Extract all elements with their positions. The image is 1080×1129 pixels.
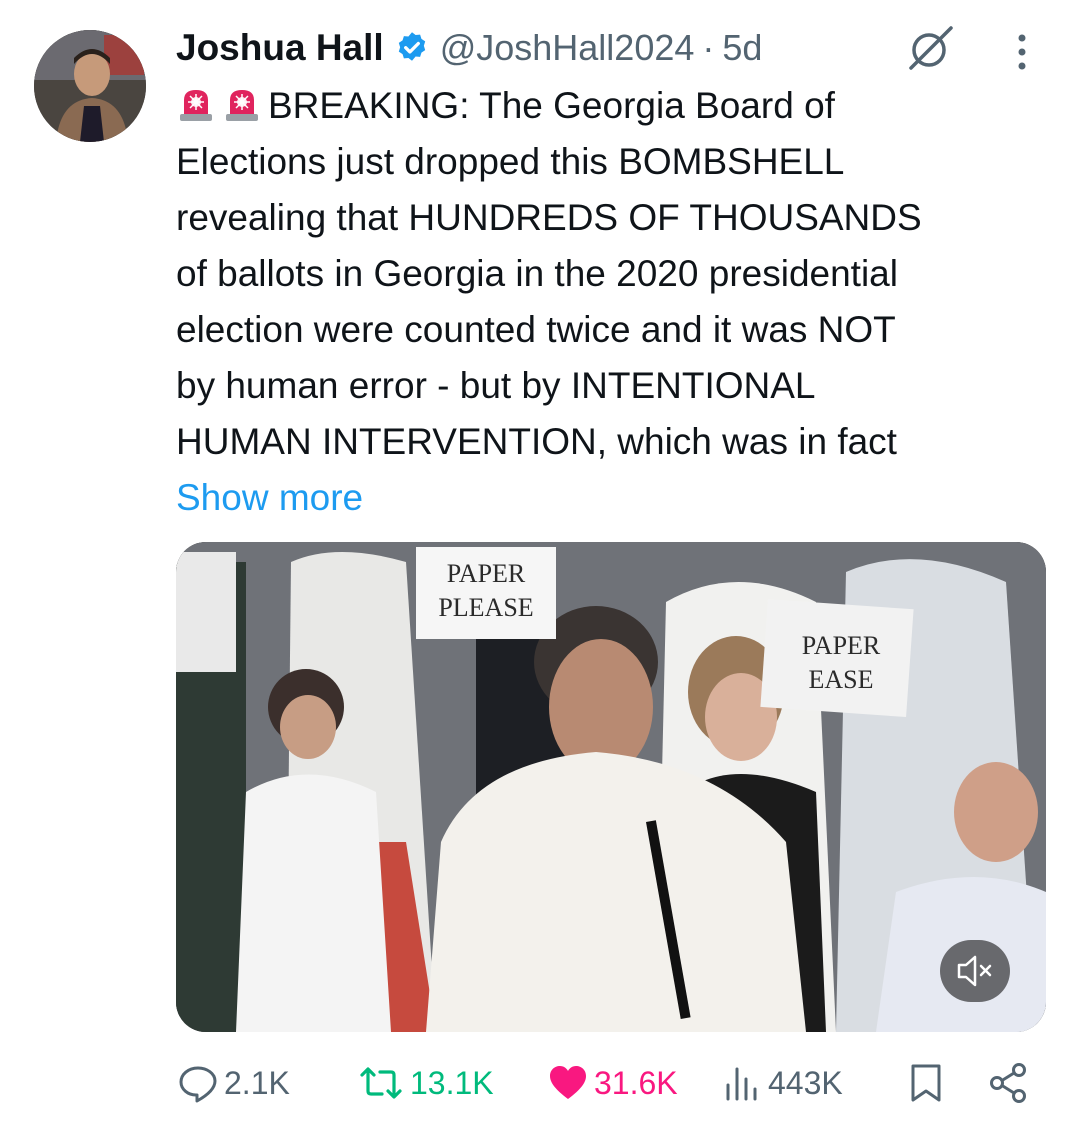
video-player[interactable]: PAPER PLEASE PAPER EASE bbox=[176, 542, 1046, 1032]
siren-icon bbox=[222, 84, 262, 124]
siren-icon bbox=[176, 84, 216, 124]
views-icon bbox=[726, 1067, 757, 1101]
retweet-icon bbox=[360, 1067, 402, 1099]
video-frame: PAPER PLEASE PAPER EASE bbox=[176, 542, 1046, 1032]
grok-icon[interactable] bbox=[903, 22, 955, 74]
sign-text: PLEASE bbox=[438, 593, 533, 622]
tweet-line: Elections just dropped this BOMBSHELL bbox=[176, 141, 845, 182]
share-button[interactable] bbox=[986, 1058, 1034, 1108]
verified-badge-icon bbox=[394, 30, 430, 66]
sign-text: PAPER bbox=[447, 559, 526, 588]
like-count: 31.6K bbox=[594, 1064, 678, 1101]
sign-text: EASE bbox=[809, 665, 874, 694]
reply-count: 2.1K bbox=[224, 1064, 290, 1101]
mute-button[interactable] bbox=[940, 940, 1010, 1002]
reply-button[interactable]: 2.1K bbox=[176, 1058, 290, 1108]
show-more-link[interactable]: Show more bbox=[176, 470, 363, 526]
retweet-button[interactable]: 13.1K bbox=[356, 1058, 494, 1108]
author-handle[interactable]: @JoshHall2024 bbox=[440, 27, 695, 69]
bookmark-button[interactable] bbox=[906, 1058, 950, 1108]
separator-dot: · bbox=[702, 27, 715, 68]
timestamp[interactable]: 5d bbox=[722, 27, 762, 69]
share-icon bbox=[990, 1063, 1026, 1103]
tweet-line: BREAKING: The Georgia Board of bbox=[268, 85, 835, 126]
tweet-line: of ballots in Georgia in the 2020 presid… bbox=[176, 253, 898, 294]
bookmark-icon bbox=[911, 1064, 941, 1102]
tweet-header: Joshua Hall @JoshHall2024 · 5d bbox=[176, 22, 762, 74]
reply-icon bbox=[179, 1066, 217, 1103]
more-icon[interactable] bbox=[1012, 32, 1032, 72]
like-button[interactable]: 31.6K bbox=[546, 1058, 678, 1108]
tweet-line: HUMAN INTERVENTION, which was in fact bbox=[176, 421, 897, 462]
like-icon bbox=[550, 1066, 586, 1099]
avatar[interactable] bbox=[34, 30, 146, 142]
tweet-line: by human error - but by INTENTIONAL bbox=[176, 365, 816, 406]
action-bar: 2.1K 13.1K 31.6K 443K bbox=[0, 1058, 1080, 1108]
tweet-text: BREAKING: The Georgia Board of Elections … bbox=[176, 78, 1056, 470]
author-name[interactable]: Joshua Hall bbox=[176, 27, 384, 69]
views-button[interactable]: 443K bbox=[720, 1058, 843, 1108]
views-count: 443K bbox=[768, 1064, 843, 1101]
mute-icon bbox=[957, 955, 992, 987]
retweet-count: 13.1K bbox=[410, 1064, 494, 1101]
tweet-line: revealing that HUNDREDS OF THOUSANDS bbox=[176, 197, 922, 238]
tweet-line: election were counted twice and it was N… bbox=[176, 309, 896, 350]
sign-text: PAPER bbox=[802, 631, 881, 660]
